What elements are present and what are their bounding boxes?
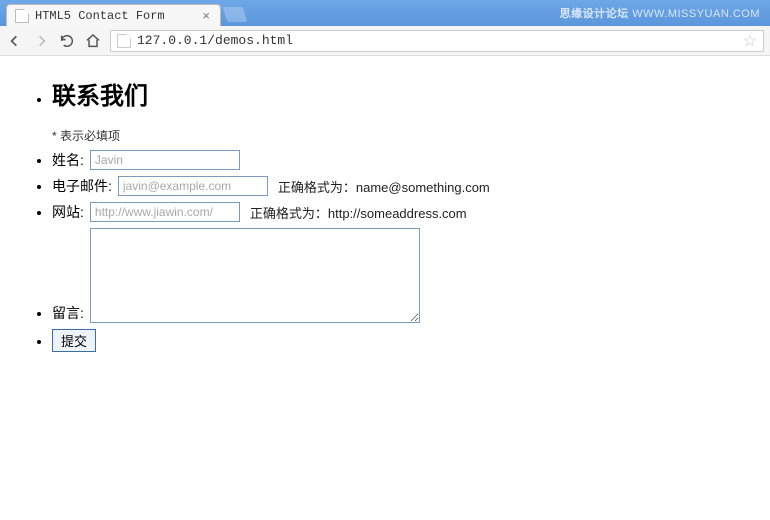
email-label: 电子邮件:: [52, 176, 112, 196]
tab-title: HTML5 Contact Form: [35, 9, 200, 23]
email-input[interactable]: [118, 176, 268, 196]
name-input[interactable]: [90, 150, 240, 170]
watermark: 思缘设计论坛 WWW.MISSYUAN.COM: [560, 5, 760, 21]
website-input[interactable]: [90, 202, 240, 222]
back-button[interactable]: [6, 32, 24, 50]
reload-button[interactable]: [58, 32, 76, 50]
toolbar: ☆: [0, 26, 770, 56]
page-heading: 联系我们: [52, 76, 750, 111]
form-list: 联系我们 * 表示必填项 姓名: 电子邮件: 正确格式为：name@someth…: [28, 76, 750, 352]
page-icon: [15, 9, 29, 23]
address-bar[interactable]: ☆: [110, 30, 764, 52]
browser-tab[interactable]: HTML5 Contact Form ×: [6, 4, 221, 26]
browser-chrome: HTML5 Contact Form × 思缘设计论坛 WWW.MISSYUAN…: [0, 0, 770, 56]
name-label: 姓名:: [52, 150, 84, 170]
message-textarea[interactable]: [90, 228, 420, 323]
required-note: * 表示必填项: [52, 127, 750, 144]
url-input[interactable]: [137, 33, 737, 48]
page-content: 联系我们 * 表示必填项 姓名: 电子邮件: 正确格式为：name@someth…: [0, 56, 770, 352]
website-hint: 正确格式为：http://someaddress.com: [250, 203, 467, 222]
forward-button[interactable]: [32, 32, 50, 50]
page-icon: [117, 34, 131, 48]
close-icon[interactable]: ×: [200, 8, 212, 23]
tab-strip: HTML5 Contact Form × 思缘设计论坛 WWW.MISSYUAN…: [0, 0, 770, 26]
email-hint: 正确格式为：name@something.com: [278, 177, 490, 196]
new-tab-button[interactable]: [223, 7, 248, 22]
message-label: 留言:: [52, 303, 84, 323]
bookmark-icon[interactable]: ☆: [743, 31, 757, 51]
submit-button[interactable]: 提交: [52, 329, 96, 352]
home-button[interactable]: [84, 32, 102, 50]
website-label: 网站:: [52, 202, 84, 222]
